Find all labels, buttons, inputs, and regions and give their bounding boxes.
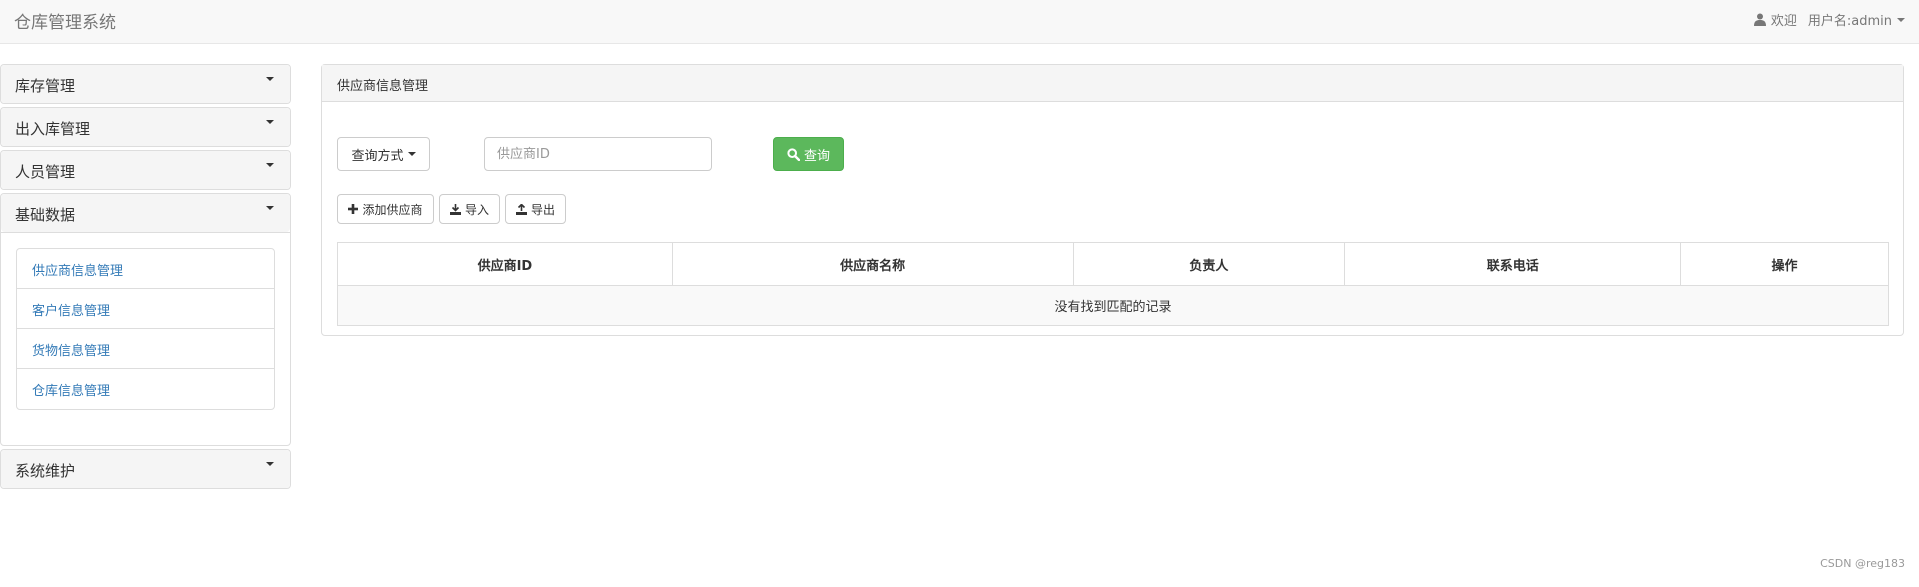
export-icon: [515, 203, 527, 215]
sidebar-section-personnel: 人员管理: [0, 150, 291, 190]
query-mode-label: 查询方式: [351, 148, 404, 164]
import-icon: [449, 203, 461, 215]
column-header-supplier-id[interactable]: 供应商ID: [337, 242, 673, 286]
sidebar-section-header[interactable]: 基础数据: [1, 194, 290, 232]
query-button[interactable]: 查询: [773, 137, 844, 171]
sidebar-item-goods[interactable]: 货物信息管理: [17, 329, 274, 369]
import-label: 导入: [464, 202, 489, 217]
chevron-down-icon: [266, 462, 274, 466]
chevron-down-icon: [266, 120, 274, 124]
sidebar: 库存管理 出入库管理 人员管理 基础数据 供应商信息管理 客户信息管理 货物信息…: [0, 64, 291, 492]
sidebar-section-label: 人员管理: [15, 163, 76, 181]
welcome-text: 欢迎: [1770, 14, 1797, 29]
sidebar-section-header[interactable]: 出入库管理: [1, 108, 290, 146]
sidebar-section-label: 出入库管理: [15, 120, 91, 138]
plus-icon: [348, 204, 359, 214]
table-row: 没有找到匹配的记录: [337, 285, 1889, 326]
chevron-down-icon: [407, 152, 416, 156]
main-panel: 供应商信息管理 查询方式 查询 添加供应商 导入 导出: [321, 64, 1904, 336]
sidebar-section-body: 供应商信息管理 客户信息管理 货物信息管理 仓库信息管理: [1, 232, 290, 445]
sidebar-section-inventory: 库存管理: [0, 64, 291, 104]
sidebar-section-stock-io: 出入库管理: [0, 107, 291, 147]
chevron-down-icon: [1897, 17, 1905, 22]
sidebar-item-customer[interactable]: 客户信息管理: [17, 289, 274, 329]
supplier-table: 供应商ID 供应商名称 负责人 联系电话 操作 没有找到匹配的记录: [337, 242, 1889, 326]
sidebar-section-label: 基础数据: [15, 206, 76, 224]
column-header-contact-person[interactable]: 负责人: [1072, 242, 1346, 286]
search-input[interactable]: [484, 137, 712, 171]
watermark: CSDN @reg183: [1820, 557, 1905, 570]
app-title[interactable]: 仓库管理系统: [14, 8, 116, 33]
query-mode-dropdown[interactable]: 查询方式: [337, 137, 430, 171]
query-label: 查询: [803, 148, 830, 164]
column-header-actions: 操作: [1680, 242, 1889, 286]
column-header-supplier-name[interactable]: 供应商名称: [671, 242, 1074, 286]
sidebar-section-header[interactable]: 人员管理: [1, 151, 290, 189]
export-label: 导出: [530, 202, 555, 217]
sidebar-section-header[interactable]: 系统维护: [1, 450, 290, 488]
sidebar-section-label: 库存管理: [15, 77, 76, 95]
sidebar-sub-list: 供应商信息管理 客户信息管理 货物信息管理 仓库信息管理: [16, 248, 275, 410]
page-title: 供应商信息管理: [322, 65, 1903, 102]
table-header-row: 供应商ID 供应商名称 负责人 联系电话 操作: [337, 242, 1889, 286]
sidebar-item-supplier[interactable]: 供应商信息管理: [17, 249, 274, 289]
export-button[interactable]: 导出: [505, 194, 566, 224]
column-header-phone[interactable]: 联系电话: [1344, 242, 1682, 286]
search-icon: [787, 147, 800, 161]
sidebar-section-system: 系统维护: [0, 449, 291, 489]
top-navbar: 仓库管理系统 欢迎 用户名:admin: [0, 0, 1919, 44]
sidebar-section-basic-data: 基础数据 供应商信息管理 客户信息管理 货物信息管理 仓库信息管理: [0, 193, 291, 446]
add-supplier-button[interactable]: 添加供应商: [337, 194, 434, 224]
username-text: 用户名:admin: [1807, 14, 1892, 29]
chevron-down-icon: [266, 163, 274, 167]
user-icon: [1753, 13, 1766, 26]
add-supplier-label: 添加供应商: [362, 202, 423, 217]
import-button[interactable]: 导入: [439, 194, 500, 224]
chevron-down-icon: [266, 206, 274, 210]
sidebar-item-warehouse[interactable]: 仓库信息管理: [17, 369, 274, 409]
sidebar-section-header[interactable]: 库存管理: [1, 65, 290, 103]
sidebar-section-label: 系统维护: [15, 462, 76, 480]
chevron-down-icon: [266, 77, 274, 81]
user-menu[interactable]: 欢迎 用户名:admin: [1753, 10, 1905, 29]
empty-table-message: 没有找到匹配的记录: [337, 285, 1889, 326]
